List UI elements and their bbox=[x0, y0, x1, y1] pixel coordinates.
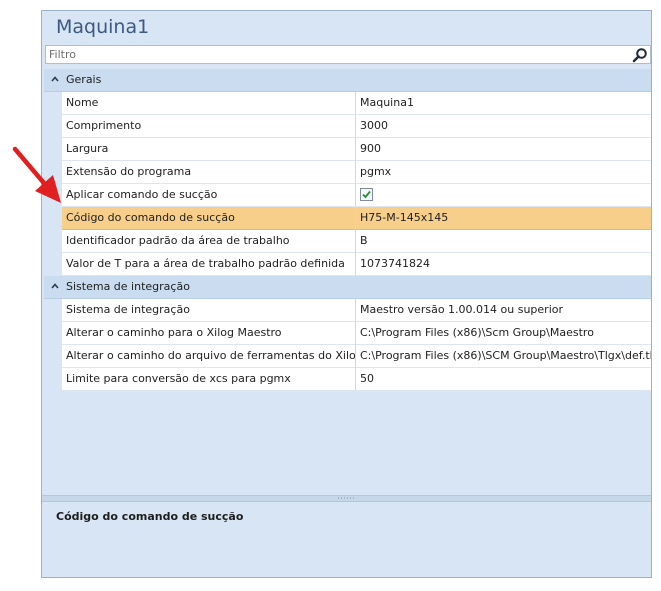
description-title: Código do comando de sucção bbox=[56, 510, 244, 523]
property-name: Largura bbox=[62, 138, 356, 161]
property-row-sistema-integracao[interactable]: Sistema de integração Maestro versão 1.0… bbox=[44, 299, 651, 322]
property-value[interactable]: Maquina1 bbox=[356, 92, 651, 115]
property-value[interactable]: 50 bbox=[356, 368, 651, 391]
checkmark-icon bbox=[362, 190, 371, 199]
property-name: Valor de T para a área de trabalho padrã… bbox=[62, 253, 356, 276]
property-name: Nome bbox=[62, 92, 356, 115]
property-row-aplicar-succao[interactable]: Aplicar comando de sucção bbox=[44, 184, 651, 207]
property-value[interactable]: pgmx bbox=[356, 161, 651, 184]
description-pane: Código do comando de sucção bbox=[42, 502, 651, 577]
property-value[interactable]: 3000 bbox=[356, 115, 651, 138]
property-name: Alterar o caminho para o Xilog Maestro bbox=[62, 322, 356, 345]
property-name: Código do comando de sucção bbox=[62, 207, 356, 230]
property-name: Alterar o caminho do arquivo de ferramen… bbox=[62, 345, 356, 368]
search-icon[interactable] bbox=[632, 47, 648, 63]
category-label: Gerais bbox=[66, 73, 102, 86]
red-arrow-icon bbox=[12, 146, 61, 203]
property-value[interactable]: H75-M-145x145 bbox=[356, 207, 651, 230]
description-splitter[interactable] bbox=[42, 495, 651, 502]
property-name: Sistema de integração bbox=[62, 299, 356, 322]
property-value[interactable]: B bbox=[356, 230, 651, 253]
property-value[interactable]: 900 bbox=[356, 138, 651, 161]
property-panel: Maquina1 Filtro Gerais Nome Maquina1 Com… bbox=[41, 10, 652, 578]
property-value[interactable]: Maestro versão 1.00.014 ou superior bbox=[356, 299, 651, 322]
property-name: Comprimento bbox=[62, 115, 356, 138]
suction-checkbox[interactable] bbox=[360, 188, 373, 201]
property-row-caminho-maestro[interactable]: Alterar o caminho para o Xilog Maestro C… bbox=[44, 322, 651, 345]
category-gerais[interactable]: Gerais bbox=[44, 69, 651, 92]
property-value[interactable]: C:\Program Files (x86)\Scm Group\Maestro bbox=[356, 322, 651, 345]
property-row-extensao[interactable]: Extensão do programa pgmx bbox=[44, 161, 651, 184]
property-name: Limite para conversão de xcs para pgmx bbox=[62, 368, 356, 391]
filter-input[interactable]: Filtro bbox=[45, 45, 651, 64]
category-label: Sistema de integração bbox=[66, 280, 190, 293]
property-row-identificador-area[interactable]: Identificador padrão da área de trabalho… bbox=[44, 230, 651, 253]
property-row-largura[interactable]: Largura 900 bbox=[44, 138, 651, 161]
property-name: Aplicar comando de sucção bbox=[62, 184, 356, 207]
property-name: Extensão do programa bbox=[62, 161, 356, 184]
property-name: Identificador padrão da área de trabalho bbox=[62, 230, 356, 253]
property-value[interactable]: 1073741824 bbox=[356, 253, 651, 276]
property-value[interactable] bbox=[356, 184, 651, 207]
property-row-caminho-ferramentas[interactable]: Alterar o caminho do arquivo de ferramen… bbox=[44, 345, 651, 368]
property-row-nome[interactable]: Nome Maquina1 bbox=[44, 92, 651, 115]
chevron-up-icon[interactable] bbox=[50, 73, 60, 85]
chevron-up-icon[interactable] bbox=[50, 280, 60, 292]
property-row-limite-conversao[interactable]: Limite para conversão de xcs para pgmx 5… bbox=[44, 368, 651, 391]
grip-icon[interactable] bbox=[337, 497, 355, 499]
category-sistema-integracao[interactable]: Sistema de integração bbox=[44, 276, 651, 299]
filter-placeholder: Filtro bbox=[49, 48, 76, 61]
property-row-codigo-succao[interactable]: Código do comando de sucção H75-M-145x14… bbox=[44, 207, 651, 230]
property-grid: Gerais Nome Maquina1 Comprimento 3000 La… bbox=[44, 69, 651, 391]
property-value[interactable]: C:\Program Files (x86)\SCM Group\Maestro… bbox=[356, 345, 651, 368]
panel-title: Maquina1 bbox=[56, 16, 150, 38]
property-row-valor-t[interactable]: Valor de T para a área de trabalho padrã… bbox=[44, 253, 651, 276]
property-row-comprimento[interactable]: Comprimento 3000 bbox=[44, 115, 651, 138]
